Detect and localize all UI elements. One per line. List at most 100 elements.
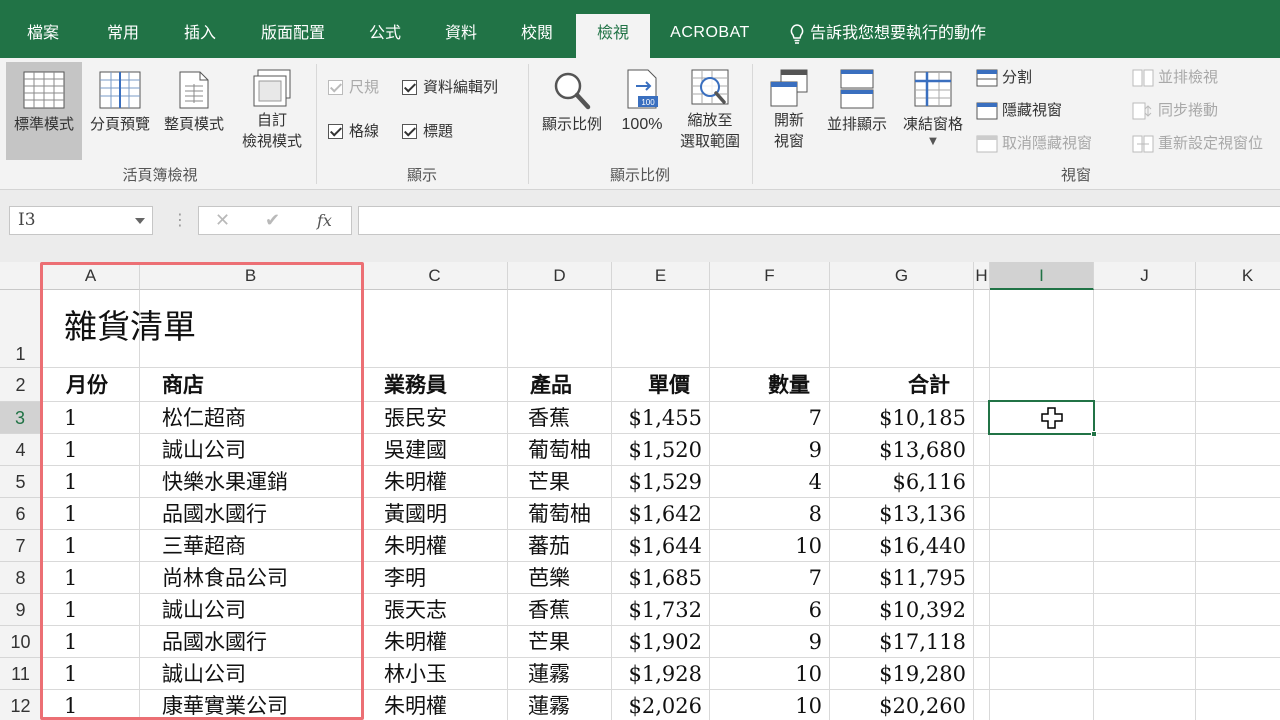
data-cell[interactable]: 10 xyxy=(710,690,822,720)
data-cell[interactable]: 黃國明 xyxy=(384,498,447,530)
data-cell[interactable]: 9 xyxy=(710,626,822,658)
data-cell[interactable]: $1,642 xyxy=(612,498,702,530)
row-header-3[interactable]: 3 xyxy=(0,402,42,434)
reset-window-position-button[interactable]: 重新設定視窗位 xyxy=(1132,130,1263,156)
data-cell[interactable]: $1,732 xyxy=(612,594,702,626)
column-header-e[interactable]: E xyxy=(612,262,710,290)
data-cell[interactable]: 品國水國行 xyxy=(162,498,267,530)
row-header-11[interactable]: 11 xyxy=(0,658,42,690)
header-cell[interactable]: 合計 xyxy=(830,368,950,402)
data-cell[interactable]: 誠山公司 xyxy=(162,658,246,690)
data-cell[interactable]: $10,392 xyxy=(830,594,966,626)
data-cell[interactable]: $13,680 xyxy=(830,434,966,466)
tab-7[interactable]: 校閱 xyxy=(504,14,570,58)
data-cell[interactable]: 李明 xyxy=(384,562,426,594)
data-cell[interactable]: 4 xyxy=(710,466,822,498)
data-cell[interactable]: $17,118 xyxy=(830,626,966,658)
data-cell[interactable]: 1 xyxy=(64,562,77,594)
column-header-f[interactable]: F xyxy=(710,262,830,290)
data-cell[interactable]: 葡萄柚 xyxy=(528,434,591,466)
data-cell[interactable]: $1,902 xyxy=(612,626,702,658)
column-header-k[interactable]: K xyxy=(1196,262,1280,290)
tab-5[interactable]: 公式 xyxy=(352,14,418,58)
tab-6[interactable]: 資料 xyxy=(428,14,494,58)
data-cell[interactable]: 朱明權 xyxy=(384,466,447,498)
data-cell[interactable]: $1,529 xyxy=(612,466,702,498)
arrange-all-button[interactable]: 並排顯示 xyxy=(820,62,894,160)
data-cell[interactable]: $19,280 xyxy=(830,658,966,690)
formula-bar-checkbox[interactable]: 資料編輯列 xyxy=(402,76,498,98)
row-header-1[interactable]: 1 xyxy=(0,290,42,368)
sheet-title[interactable]: 雜貨清單 xyxy=(64,290,196,368)
normal-view-button[interactable]: 標準模式 xyxy=(6,62,82,160)
insert-function-icon[interactable]: fx xyxy=(317,207,332,234)
data-cell[interactable]: 1 xyxy=(64,402,77,434)
data-cell[interactable]: 葡萄柚 xyxy=(528,498,591,530)
freeze-panes-button[interactable]: 凍結窗格 ▼ xyxy=(896,62,970,160)
column-header-a[interactable]: A xyxy=(42,262,140,290)
tab-4[interactable]: 版面配置 xyxy=(244,14,342,58)
data-cell[interactable]: $1,685 xyxy=(612,562,702,594)
formula-input[interactable] xyxy=(358,206,1280,235)
data-cell[interactable]: 1 xyxy=(64,690,77,720)
headings-checkbox[interactable]: 標題 xyxy=(402,120,453,142)
header-cell[interactable]: 商店 xyxy=(162,368,204,402)
data-cell[interactable]: $11,795 xyxy=(830,562,966,594)
data-cell[interactable]: $1,928 xyxy=(612,658,702,690)
data-cell[interactable]: 蕃茄 xyxy=(528,530,570,562)
tab-8[interactable]: 檢視 xyxy=(576,14,650,58)
tell-me-search[interactable]: 告訴我您想要執行的動作 xyxy=(790,14,986,52)
split-button[interactable]: 分割 xyxy=(976,64,1032,90)
data-cell[interactable]: $1,455 xyxy=(612,402,702,434)
column-header-c[interactable]: C xyxy=(362,262,508,290)
data-cell[interactable]: 蓮霧 xyxy=(528,658,570,690)
data-cell[interactable]: 1 xyxy=(64,658,77,690)
fill-handle[interactable] xyxy=(1091,431,1097,437)
data-cell[interactable]: 朱明權 xyxy=(384,690,447,720)
data-cell[interactable]: 10 xyxy=(710,658,822,690)
data-cell[interactable]: 1 xyxy=(64,530,77,562)
data-cell[interactable]: $6,116 xyxy=(830,466,966,498)
header-cell[interactable]: 單價 xyxy=(612,368,690,402)
row-header-10[interactable]: 10 xyxy=(0,626,42,658)
sync-scroll-button[interactable]: 同步捲動 xyxy=(1132,97,1218,123)
column-header-i[interactable]: I xyxy=(990,262,1094,290)
data-cell[interactable]: $1,520 xyxy=(612,434,702,466)
data-cell[interactable]: 蓮霧 xyxy=(528,690,570,720)
data-cell[interactable]: 香蕉 xyxy=(528,402,570,434)
gridlines-checkbox[interactable]: 格線 xyxy=(328,120,379,142)
page-break-preview-button[interactable]: 分頁預覽 xyxy=(84,62,156,160)
custom-views-button[interactable]: 自訂 檢視模式 xyxy=(232,62,312,160)
column-header-d[interactable]: D xyxy=(508,262,612,290)
row-header-4[interactable]: 4 xyxy=(0,434,42,466)
data-cell[interactable]: $13,136 xyxy=(830,498,966,530)
hide-window-button[interactable]: 隱藏視窗 xyxy=(976,97,1062,123)
header-cell[interactable]: 業務員 xyxy=(384,368,447,402)
data-cell[interactable]: $16,440 xyxy=(830,530,966,562)
name-box-dropdown-icon[interactable] xyxy=(135,218,145,224)
row-header-7[interactable]: 7 xyxy=(0,530,42,562)
row-header-6[interactable]: 6 xyxy=(0,498,42,530)
data-cell[interactable]: 誠山公司 xyxy=(162,434,246,466)
data-cell[interactable]: 朱明權 xyxy=(384,530,447,562)
row-header-2[interactable]: 2 xyxy=(0,368,42,402)
worksheet-grid[interactable]: A B C D E F G H I J K 1 2 3 4 5 6 7 8 9 10 11 12 雜貨清單 月份 商店 業務員 產品單… xyxy=(0,262,1280,720)
data-cell[interactable]: 張天志 xyxy=(384,594,447,626)
tab-3[interactable]: 插入 xyxy=(168,14,232,58)
data-cell[interactable]: 9 xyxy=(710,434,822,466)
data-cell[interactable]: 1 xyxy=(64,434,77,466)
data-cell[interactable]: 1 xyxy=(64,626,77,658)
zoom-100-button[interactable]: 100 100% xyxy=(612,62,672,160)
data-cell[interactable]: 8 xyxy=(710,498,822,530)
data-cell[interactable]: 松仁超商 xyxy=(162,402,246,434)
data-cell[interactable]: 芭樂 xyxy=(528,562,570,594)
enter-icon[interactable]: ✔ xyxy=(265,207,280,234)
zoom-button[interactable]: 顯示比例 xyxy=(534,62,610,160)
column-header-g[interactable]: G xyxy=(830,262,974,290)
header-cell[interactable]: 產品 xyxy=(530,368,572,402)
ruler-checkbox[interactable]: 尺規 xyxy=(328,76,379,98)
column-header-b[interactable]: B xyxy=(140,262,362,290)
header-cell[interactable]: 數量 xyxy=(710,368,810,402)
tab-9[interactable]: ACROBAT xyxy=(658,14,762,58)
data-cell[interactable]: 芒果 xyxy=(528,466,570,498)
